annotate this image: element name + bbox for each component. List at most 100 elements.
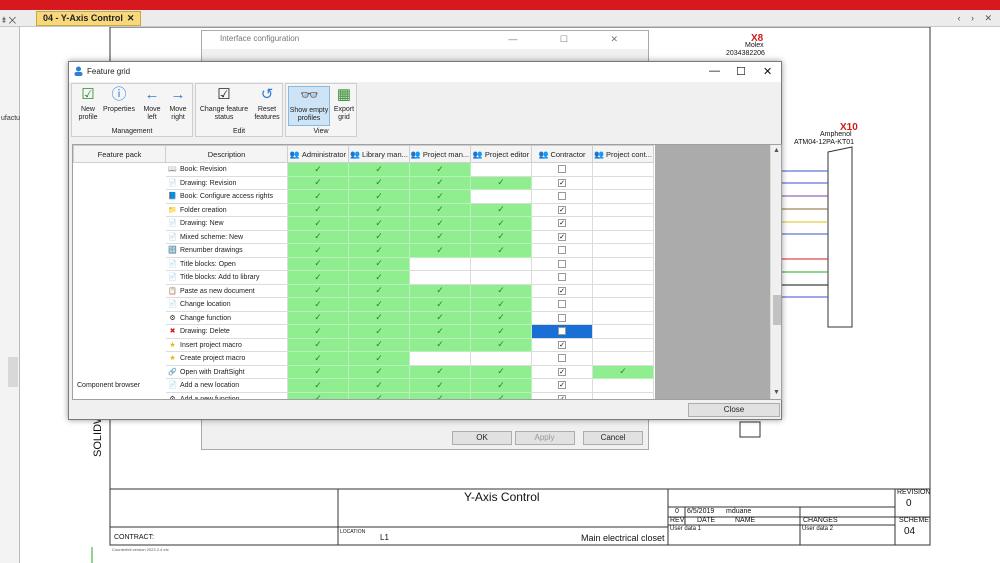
checkbox-cell[interactable] [531,270,593,285]
feature-enabled-cell[interactable]: ✓ [470,391,532,399]
checkbox-cell[interactable]: ✓ [531,216,593,231]
feature-enabled-cell[interactable]: ✓ [409,324,471,339]
checkbox[interactable] [558,246,566,255]
tab-scroll-icons[interactable]: ‹ › ✕ [957,13,996,24]
checkbox[interactable]: ✓ [558,286,566,295]
table-row[interactable]: Component browser 📄 Add a new location ✓ ✓ ✓ ✓… [73,378,654,393]
checkbox-cell[interactable]: ✓ [531,175,593,190]
feature-enabled-cell[interactable]: ✓ [470,297,532,312]
checkbox-cell[interactable]: ✓ [531,283,593,298]
column-header[interactable]: 👥 Project editor [470,145,532,163]
feature-enabled-cell[interactable]: ✓ [348,297,410,312]
feature-enabled-cell[interactable]: ✓ [348,364,410,379]
column-header[interactable]: 👥 Contractor [531,145,593,163]
feature-enabled-cell[interactable]: ✓ [287,270,349,285]
feature-enabled-cell[interactable]: ✓ [348,310,410,325]
feature-enabled-cell[interactable]: ✓ [470,202,532,217]
feature-enabled-cell[interactable]: ✓ [409,243,471,258]
feature-enabled-cell[interactable]: ✓ [348,175,410,190]
checkbox[interactable]: ✓ [558,394,566,399]
column-header[interactable]: 👥 Project cont... [592,145,654,163]
table-row[interactable]: 📄 Drawing: New ✓ ✓ ✓ ✓ ✓ [73,216,654,231]
feature-empty-cell[interactable] [592,162,654,177]
table-row[interactable]: 📁 Folder creation ✓ ✓ ✓ ✓ ✓ [73,202,654,217]
checkbox-cell[interactable] [531,162,593,177]
show-empty-profiles-button[interactable]: 👓 Show empty profiles [288,86,330,126]
table-row[interactable]: 📋 Paste as new document ✓ ✓ ✓ ✓ ✓ [73,283,654,298]
checkbox-cell[interactable]: ✓ [531,337,593,352]
reset-features-button[interactable]: ↺ Reset features [252,86,282,122]
feature-empty-cell[interactable] [592,351,654,366]
feature-empty-cell[interactable] [592,324,654,339]
iface-window-buttons[interactable]: — ☐ ✕ [508,34,638,45]
feature-empty-cell[interactable] [592,391,654,399]
feature-enabled-cell[interactable]: ✓ [348,391,410,399]
feature-enabled-cell[interactable]: ✓ [348,216,410,231]
checkbox[interactable] [558,259,566,268]
cancel-button[interactable]: Cancel [583,431,644,445]
feature-enabled-cell[interactable]: ✓ [348,351,410,366]
feature-enabled-cell[interactable]: ✓ [287,351,349,366]
feature-enabled-cell[interactable]: ✓ [287,324,349,339]
checkbox-cell[interactable]: ✓ [531,391,593,399]
tab-y-axis-control[interactable]: 04 - Y-Axis Control ✕ [36,11,142,26]
feature-enabled-cell[interactable]: ✓ [409,175,471,190]
feature-enabled-cell[interactable]: ✓ [409,391,471,399]
table-row[interactable]: 📄 Mixed scheme: New ✓ ✓ ✓ ✓ ✓ [73,229,654,244]
feature-enabled-cell[interactable]: ✓ [287,297,349,312]
apply-button[interactable]: Apply [514,431,575,445]
feature-enabled-cell[interactable]: ✓ [348,337,410,352]
table-row[interactable]: 📘 Book: Configure access rights ✓ ✓ ✓ [73,189,654,204]
feature-enabled-cell[interactable]: ✓ [409,189,471,204]
properties-button[interactable]: ⓘ Properties [102,86,136,114]
checkbox-cell[interactable] [531,189,593,204]
feature-enabled-cell[interactable]: ✓ [287,216,349,231]
feature-enabled-cell[interactable]: ✓ [287,175,349,190]
checkbox[interactable] [558,192,566,201]
table-row[interactable]: 🔢 Renumber drawings ✓ ✓ ✓ ✓ [73,243,654,258]
checkbox[interactable]: ✓ [558,219,566,228]
feature-enabled-cell[interactable]: ✓ [287,243,349,258]
feature-empty-cell[interactable] [409,270,471,285]
column-header[interactable]: Feature pack [73,145,166,163]
feature-empty-cell[interactable] [470,189,532,204]
scroll-up-icon[interactable]: ▲ [773,147,780,154]
feature-empty-cell[interactable] [592,297,654,312]
feature-enabled-cell[interactable]: ✓ [348,378,410,393]
feature-empty-cell[interactable] [592,202,654,217]
move-left-button[interactable]: ← Move left [140,86,164,122]
checkbox[interactable] [558,354,566,363]
feature-enabled-cell[interactable]: ✓ [470,378,532,393]
feature-enabled-cell[interactable]: ✓ [287,391,349,399]
feature-enabled-cell[interactable]: ✓ [287,364,349,379]
feature-enabled-cell[interactable]: ✓ [470,324,532,339]
table-row[interactable]: ★ Create project macro ✓ ✓ [73,351,654,366]
checkbox[interactable]: ✓ [558,340,566,349]
feature-enabled-cell[interactable]: ✓ [348,229,410,244]
table-row[interactable]: ⚙ Change function ✓ ✓ ✓ ✓ [73,310,654,325]
checkbox[interactable]: ✓ [558,381,566,390]
feature-empty-cell[interactable] [592,229,654,244]
checkbox-cell[interactable] [531,243,593,258]
maximize-button[interactable]: ☐ [736,65,746,78]
column-header[interactable]: 👥 Project man... [409,145,471,163]
feature-enabled-cell[interactable]: ✓ [470,243,532,258]
feature-empty-cell[interactable] [470,270,532,285]
checkbox[interactable] [558,165,566,174]
feature-empty-cell[interactable] [592,378,654,393]
feature-enabled-cell[interactable]: ✓ [287,337,349,352]
feature-empty-cell[interactable] [592,337,654,352]
feature-empty-cell[interactable] [470,256,532,271]
feature-enabled-cell[interactable]: ✓ [287,378,349,393]
table-row[interactable]: ★ Insert project macro ✓ ✓ ✓ ✓ ✓ [73,337,654,352]
export-grid-button[interactable]: ▦ Export grid [332,86,356,122]
checkbox-cell[interactable] [531,297,593,312]
feature-enabled-cell[interactable]: ✓ [470,216,532,231]
feature-enabled-cell[interactable]: ✓ [287,202,349,217]
feature-enabled-cell[interactable]: ✓ [409,229,471,244]
checkbox-cell[interactable]: ✓ [531,202,593,217]
checkbox-cell[interactable]: ✓ [531,378,593,393]
checkbox[interactable] [558,327,566,336]
grid-vertical-scrollbar[interactable]: ▲ ▼ [770,145,781,399]
feature-empty-cell[interactable] [592,310,654,325]
